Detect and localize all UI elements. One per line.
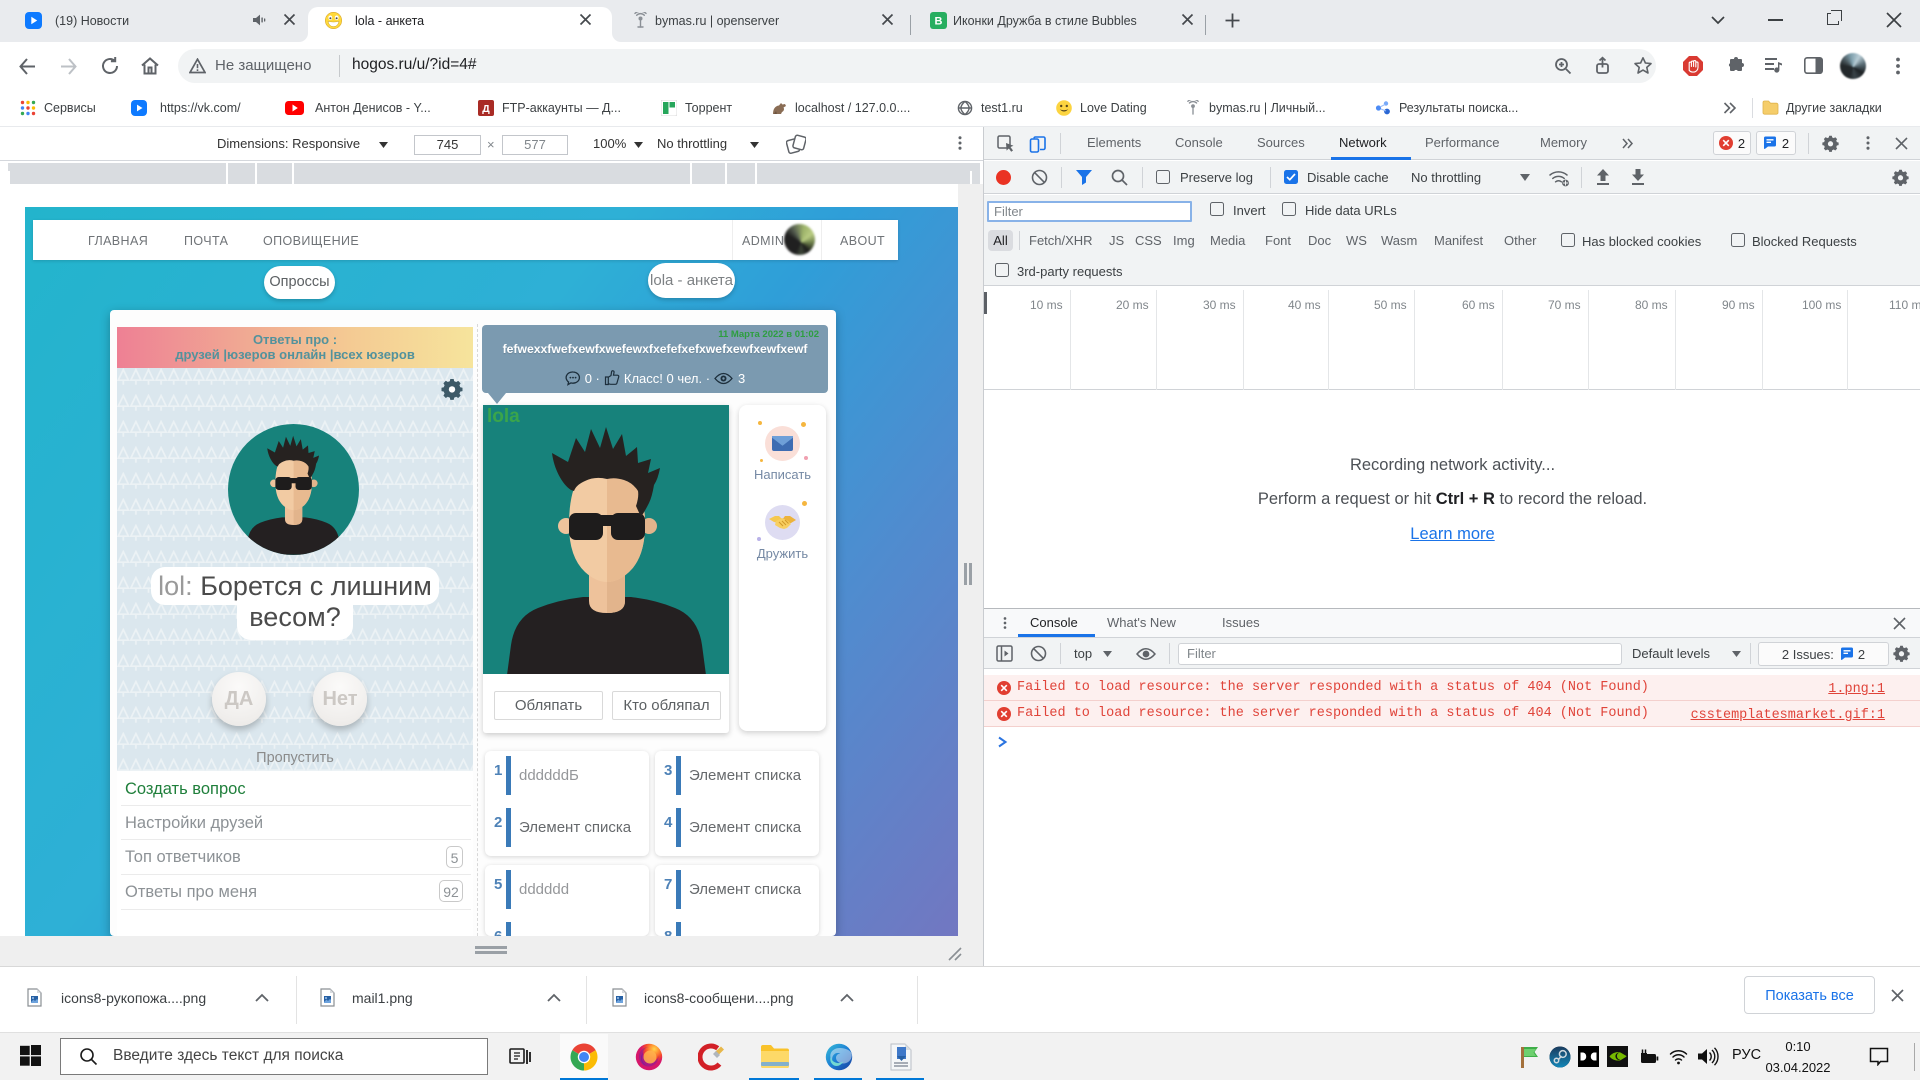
svg-text:Д: Д bbox=[482, 103, 490, 115]
svg-text:B: B bbox=[935, 16, 943, 28]
